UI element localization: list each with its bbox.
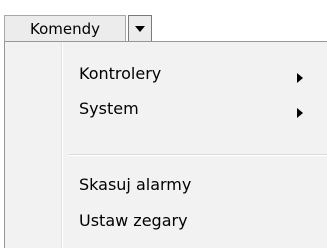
menu-item-label: Skasuj alarmy [79, 174, 192, 194]
menu-item-skasuj-alarmy[interactable]: Skasuj alarmy [7, 166, 325, 202]
dropdown-button[interactable] [128, 15, 152, 42]
komendy-button[interactable]: Komendy [4, 15, 126, 42]
menu-separator [69, 154, 327, 156]
komendy-button-label: Komendy [29, 19, 100, 38]
menu-item-ustaw-zegary[interactable]: Ustaw zegary [7, 202, 325, 238]
komendy-menu: Kontrolery System Skasuj alarmy Ustaw ze… [4, 41, 327, 248]
menu-item-kontrolery[interactable]: Kontrolery [7, 55, 325, 91]
menu-item-system[interactable]: System [7, 90, 325, 126]
menu-item-label: System [79, 98, 139, 118]
submenu-arrow-icon [296, 103, 304, 118]
menu-item-label: Ustaw zegary [79, 210, 188, 230]
submenu-arrow-icon [296, 68, 304, 83]
screen: Komendy Kontrolery System Skasuj alarmy [0, 0, 327, 248]
menu-item-label: Kontrolery [79, 63, 162, 83]
chevron-down-icon [135, 25, 145, 32]
